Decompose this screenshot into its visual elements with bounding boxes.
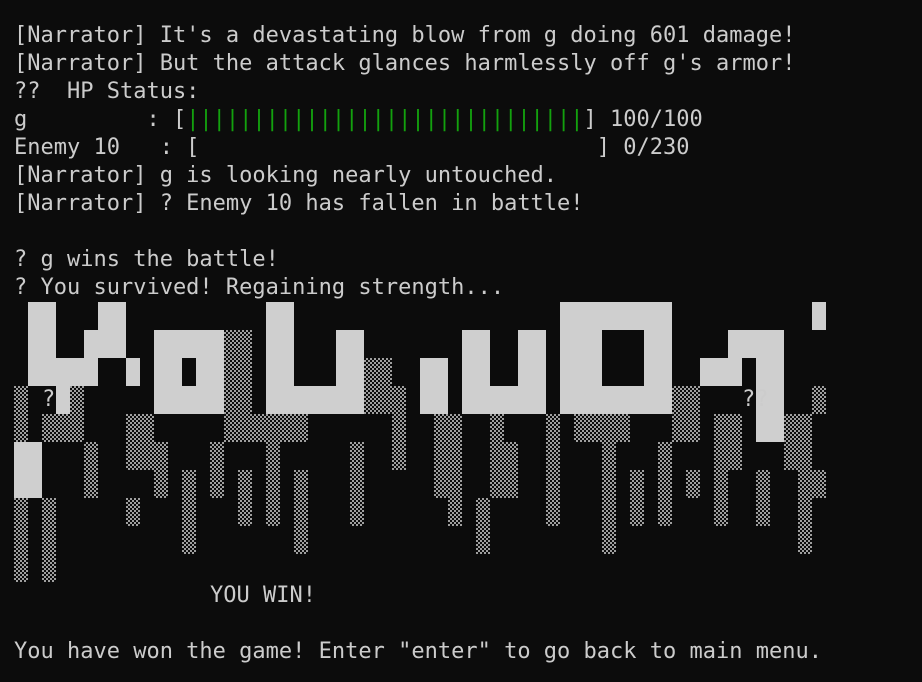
art-dither-block [350, 442, 364, 526]
terminal-window[interactable]: [Narrator] It's a devastating blow from … [0, 0, 922, 682]
art-dither-block [686, 470, 700, 498]
enemy-hp-row: Enemy 10 : [ ] 0/230 [14, 134, 690, 162]
art-dither-block [756, 470, 770, 526]
art-dither-block [252, 414, 308, 442]
art-solid-block [490, 386, 518, 414]
log-line-survived: ? You survived! Regaining strength... [14, 275, 505, 300]
art-solid-block [560, 302, 672, 330]
art-solid-block [28, 302, 56, 386]
art-dither-block [364, 358, 392, 414]
player-hp-row: g : [||||||||||||||||||||||||||||||] 100… [14, 106, 703, 134]
art-dither-block [42, 498, 56, 582]
art-dither-block [546, 414, 560, 470]
art-dither-block [42, 414, 70, 442]
art-solid-block [700, 358, 742, 386]
art-dither-block [224, 330, 252, 442]
art-solid-block [98, 302, 126, 358]
art-solid-block [14, 442, 42, 498]
art-dither-block [504, 442, 518, 498]
art-solid-block [462, 330, 490, 414]
enemy-hp-label: Enemy 10 : [ [14, 135, 200, 160]
art-dither-block [182, 470, 196, 554]
return-prompt: You have won the game! Enter "enter" to … [14, 639, 822, 664]
art-solid-block [644, 330, 672, 414]
art-dither-block [14, 498, 28, 582]
log-line-fallen: [Narrator] ? Enemy 10 has fallen in batt… [14, 191, 584, 216]
art-solid-block [518, 330, 546, 414]
art-dither-block [658, 442, 672, 526]
you-win-label: YOU WIN! [210, 583, 316, 608]
art-dither-block [294, 470, 308, 554]
art-solid-block [602, 386, 644, 414]
art-dither-block [476, 498, 490, 554]
enemy-hp-bar [199, 135, 596, 160]
art-solid-block [812, 302, 826, 330]
art-dither-block [210, 442, 224, 498]
log-line-damage: [Narrator] It's a devastating blow from … [14, 23, 796, 48]
art-dither-block [14, 386, 28, 442]
art-dither-block [672, 386, 700, 442]
art-dither-block [546, 470, 560, 526]
art-dither-block [602, 442, 616, 554]
art-dither-block [126, 498, 140, 526]
art-left-mark: ? [42, 387, 56, 412]
art-dither-block [812, 470, 826, 498]
player-hp-bar: |||||||||||||||||||||||||||||| [186, 107, 584, 132]
art-solid-block [266, 302, 294, 414]
art-dither-block [238, 470, 252, 526]
log-line-wins: ? g wins the battle! [14, 247, 279, 272]
art-solid-block [126, 358, 140, 386]
art-solid-block [182, 386, 224, 414]
player-hp-label: g : [ [14, 107, 187, 132]
art-dither-block [126, 414, 154, 470]
art-solid-block [84, 330, 98, 386]
you-won-ascii-art [14, 302, 826, 582]
log-line-armor: [Narrator] But the attack glances harmle… [14, 51, 796, 76]
art-dither-block [70, 386, 84, 442]
log-line-untouched: [Narrator] g is looking nearly untouched… [14, 163, 558, 188]
art-dither-block [574, 414, 630, 442]
art-solid-block [420, 358, 448, 414]
art-solid-block [154, 358, 182, 414]
art-dither-block [266, 442, 280, 526]
art-dither-block [630, 470, 644, 526]
art-dither-block [798, 442, 812, 554]
art-dither-block [154, 442, 168, 498]
player-hp-value: ] 100/100 [583, 107, 703, 132]
art-solid-block [294, 386, 336, 414]
art-right-mark: ?? [742, 387, 769, 412]
art-dither-block [392, 386, 406, 442]
art-dither-block [714, 442, 728, 526]
enemy-hp-value: ] 0/230 [596, 135, 690, 160]
art-dither-block [448, 470, 462, 526]
art-dither-block [812, 386, 826, 414]
art-dither-block [84, 442, 98, 498]
art-dither-block [490, 414, 504, 498]
hp-status-header: ?? HP Status: [14, 79, 200, 104]
art-solid-block [560, 330, 602, 414]
art-solid-block [154, 330, 224, 358]
art-solid-block [336, 330, 364, 414]
art-dither-block [392, 442, 406, 470]
